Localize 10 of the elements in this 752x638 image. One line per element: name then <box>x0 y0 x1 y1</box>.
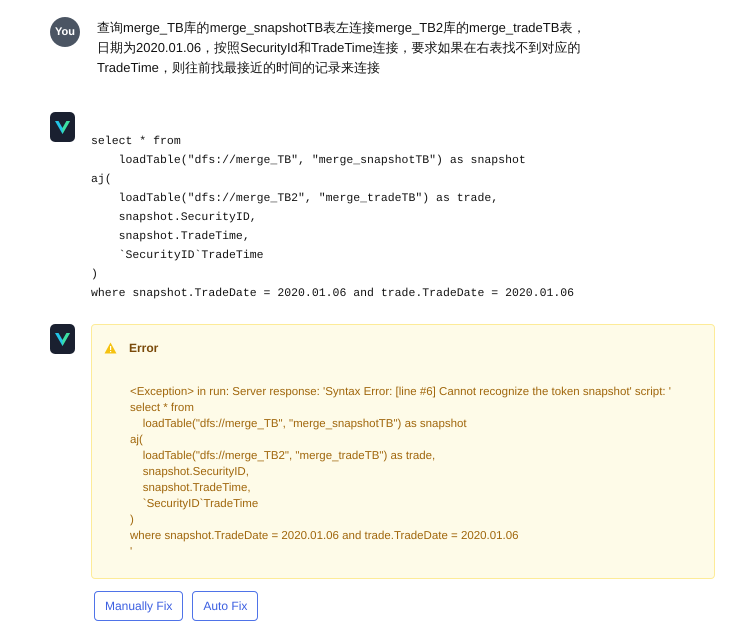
error-title: Error <box>129 340 158 357</box>
bot-avatar-icon <box>50 324 75 354</box>
fix-button[interactable]: Manually Fix <box>94 591 184 621</box>
user-avatar: You <box>50 17 80 47</box>
warning-icon <box>104 342 117 354</box>
error-message: <Exception> in run: Server response: 'Syntax Error: [line #6] Cannot recognize the token snapshot' script: ' select * from loadTable("dfs://merge_TB", "merge_snapshotTB") as snapshot aj( loadTable("dfs://merge_TB2", "merge_tradeTB") as trade, snapshot.SecurityID, snapshot.TradeTime, `SecurityID`TradeTime ) where snapshot.TradeDate = 2020.01.06 and trade.TradeDate = 2020.01.06 ' <box>130 385 672 560</box>
user-message: 查询merge_TB库的merge_snapshotTB表左连接merge_TB2库的merge_tradeTB表，日期为2020.01.06，按照SecurityId和TradeTime连接，要求如果在右表找不到对应的TradeTime，则往前找最接近的时间的记录来连接 <box>97 19 586 77</box>
fix-button[interactable]: Auto Fix <box>192 591 258 621</box>
code-text: select * from loadTable("dfs://merge_TB", "merge_snapshotTB") as snapshot aj( loadTable("dfs://merge_TB2", "merge_tradeTB") as trade, snapshot.SecurityID, snapshot.TradeTime, `SecurityID`TradeTime ) where snapshot.TradeDate = 2020.01.06 and trade.TradeDate = 2020.01.06 <box>91 134 574 302</box>
bot-avatar-icon <box>50 112 75 142</box>
